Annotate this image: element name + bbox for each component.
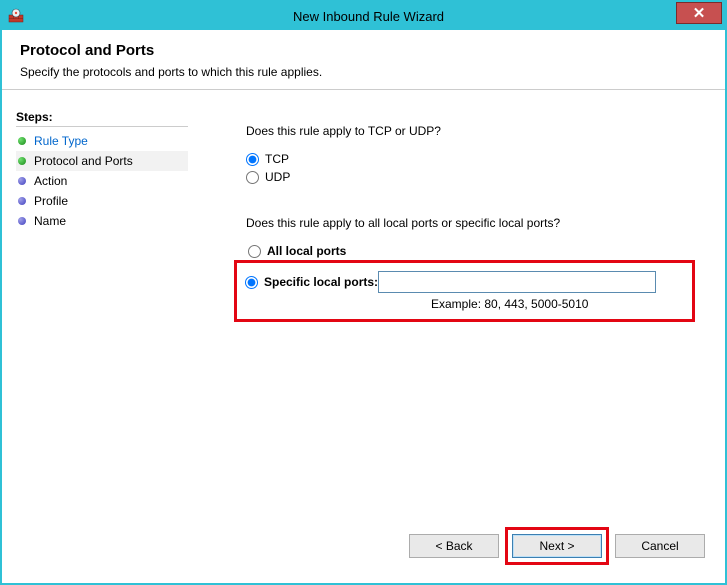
- next-button[interactable]: Next >: [512, 534, 602, 558]
- step-rule-type[interactable]: Rule Type: [16, 131, 188, 151]
- firewall-icon: [8, 8, 24, 24]
- close-icon: ✕: [693, 4, 706, 22]
- cancel-button[interactable]: Cancel: [615, 534, 705, 558]
- radio-udp-input[interactable]: [246, 171, 259, 184]
- bullet-icon: [18, 137, 26, 145]
- page-header: Protocol and Ports Specify the protocols…: [2, 30, 725, 89]
- divider: [2, 89, 725, 90]
- highlight-specific-ports: Specific local ports: Example: 80, 443, …: [234, 260, 695, 322]
- question-ports: Does this rule apply to all local ports …: [246, 216, 685, 230]
- radio-all-ports-label: All local ports: [267, 244, 346, 258]
- steps-header: Steps:: [16, 110, 188, 127]
- radio-tcp[interactable]: TCP: [246, 150, 685, 168]
- radio-udp[interactable]: UDP: [246, 168, 685, 186]
- step-action[interactable]: Action: [16, 171, 188, 191]
- page-title: Protocol and Ports: [20, 42, 707, 59]
- step-profile[interactable]: Profile: [16, 191, 188, 211]
- radio-all-ports[interactable]: All local ports: [248, 242, 685, 260]
- back-button[interactable]: < Back: [409, 534, 499, 558]
- question-protocol: Does this rule apply to TCP or UDP?: [246, 124, 685, 138]
- bullet-icon: [18, 217, 26, 225]
- step-label: Protocol and Ports: [34, 154, 133, 168]
- radio-specific-ports[interactable]: Specific local ports:: [245, 269, 684, 295]
- bullet-icon: [18, 197, 26, 205]
- window-title: New Inbound Rule Wizard: [12, 9, 725, 24]
- step-label: Profile: [34, 194, 68, 208]
- ports-example: Example: 80, 443, 5000-5010: [431, 297, 684, 311]
- step-name[interactable]: Name: [16, 211, 188, 231]
- highlight-next: Next >: [505, 527, 609, 565]
- wizard-buttons: < Back Next > Cancel: [409, 527, 705, 565]
- step-label: Action: [34, 174, 67, 188]
- specific-ports-input[interactable]: [378, 271, 656, 293]
- bullet-icon: [18, 177, 26, 185]
- step-link[interactable]: Rule Type: [34, 134, 88, 148]
- radio-tcp-input[interactable]: [246, 153, 259, 166]
- bullet-icon: [18, 157, 26, 165]
- close-button[interactable]: ✕: [676, 2, 722, 24]
- step-protocol-and-ports[interactable]: Protocol and Ports: [16, 151, 188, 171]
- step-label: Name: [34, 214, 66, 228]
- radio-all-ports-input[interactable]: [248, 245, 261, 258]
- steps-sidebar: Steps: Rule Type Protocol and Ports Acti…: [2, 108, 192, 583]
- radio-specific-ports-input[interactable]: [245, 276, 258, 289]
- content-area: Protocol and Ports Specify the protocols…: [2, 30, 725, 583]
- main-panel: Does this rule apply to TCP or UDP? TCP …: [192, 108, 725, 583]
- radio-udp-label: UDP: [265, 170, 290, 184]
- radio-tcp-label: TCP: [265, 152, 289, 166]
- radio-specific-ports-label: Specific local ports:: [264, 275, 378, 289]
- titlebar: New Inbound Rule Wizard ✕: [2, 2, 725, 30]
- page-subtitle: Specify the protocols and ports to which…: [20, 65, 707, 79]
